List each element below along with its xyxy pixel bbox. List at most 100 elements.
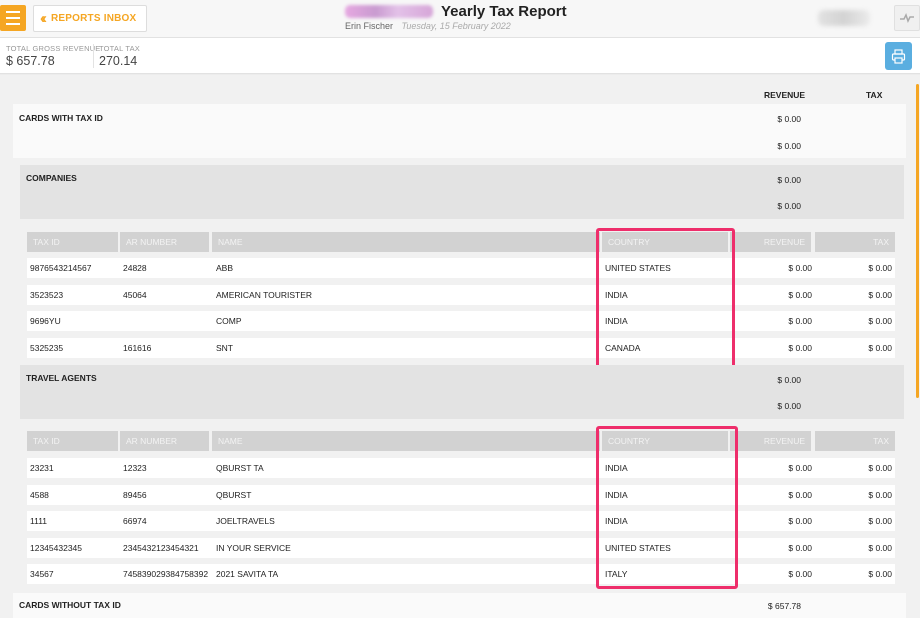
cards-with-tax-id-section: CARDS WITH TAX ID $ 0.00 $ 0.00 — [13, 104, 906, 158]
section-tax: $ 0.00 — [777, 141, 801, 151]
table-row[interactable]: 12345432345 2345432123454321 IN YOUR SER… — [27, 538, 895, 558]
cell-ar-number: 161616 — [123, 343, 152, 353]
cell-revenue: $ 0.00 — [788, 516, 812, 526]
page-title: Yearly Tax Report — [441, 3, 567, 20]
printer-icon — [891, 48, 906, 64]
cell-ar-number: 24828 — [123, 263, 147, 273]
cell-tax: $ 0.00 — [868, 316, 892, 326]
total-gross-revenue-label: TOTAL GROSS REVENUE — [6, 44, 101, 53]
table-row[interactable]: 23231 12323 QBURST TA INDIA $ 0.00 $ 0.0… — [27, 458, 895, 478]
reports-inbox-button[interactable]: ‹‹ REPORTS INBOX — [33, 5, 147, 32]
cell-ar-number: 66974 — [123, 516, 147, 526]
table-row[interactable]: 3523523 45064 AMERICAN TOURISTER INDIA $… — [27, 285, 895, 305]
cell-tax-id: 23231 — [30, 463, 54, 473]
cell-tax: $ 0.00 — [868, 490, 892, 500]
country-highlight-box — [596, 228, 735, 368]
total-gross-revenue: TOTAL GROSS REVENUE $ 657.78 — [6, 44, 101, 68]
col-tax-id: TAX ID — [27, 232, 118, 252]
col-tax: TAX — [815, 232, 895, 252]
col-ar-number: AR NUMBER — [120, 431, 209, 451]
cell-tax: $ 0.00 — [868, 290, 892, 300]
table-row[interactable]: 5325235 161616 SNT CANADA $ 0.00 $ 0.00 — [27, 338, 895, 358]
col-ar-number: AR NUMBER — [120, 232, 209, 252]
col-name: NAME — [212, 232, 600, 252]
blurred-logo — [818, 10, 870, 26]
section-revenue: $ 0.00 — [777, 114, 801, 124]
country-highlight-box — [596, 426, 738, 589]
cell-revenue: $ 0.00 — [788, 463, 812, 473]
cell-revenue: $ 0.00 — [788, 343, 812, 353]
cell-tax: $ 0.00 — [868, 343, 892, 353]
cell-ar-number: 12323 — [123, 463, 147, 473]
reports-inbox-label: REPORTS INBOX — [51, 13, 137, 24]
scrollbar[interactable] — [916, 84, 919, 398]
cell-tax-id: 4588 — [30, 490, 49, 500]
cell-revenue: $ 0.00 — [788, 316, 812, 326]
top-bar: ‹‹ REPORTS INBOX Yearly Tax Report Erin … — [0, 0, 920, 38]
cell-name: 2021 SAVITA TA — [216, 569, 279, 579]
col-revenue: REVENUE — [730, 431, 811, 451]
section-title: CARDS WITH TAX ID — [19, 113, 103, 123]
pulse-icon — [900, 13, 914, 23]
cell-tax-id: 1111 — [30, 516, 48, 526]
section-title: CARDS WITHOUT TAX ID — [19, 600, 121, 610]
cell-revenue: $ 0.00 — [788, 290, 812, 300]
table-row[interactable]: 4588 89456 QBURST INDIA $ 0.00 $ 0.00 — [27, 485, 895, 505]
cell-tax-id: 9696YU — [30, 316, 61, 326]
cell-name: AMERICAN TOURISTER — [216, 290, 313, 300]
cell-revenue: $ 0.00 — [788, 263, 812, 273]
cell-revenue: $ 0.00 — [788, 569, 812, 579]
col-revenue: REVENUE — [730, 232, 811, 252]
cell-name: JOELTRAVELS — [216, 516, 275, 526]
section-tax: $ 0.00 — [777, 201, 801, 211]
table-row[interactable]: 9876543214567 24828 ABB UNITED STATES $ … — [27, 258, 895, 278]
cell-tax-id: 3523523 — [30, 290, 64, 300]
section-revenue: $ 0.00 — [777, 375, 801, 385]
col-tax: TAX — [815, 431, 895, 451]
cell-name: QBURST TA — [216, 463, 264, 473]
revenue-column-header: REVENUE — [764, 90, 806, 100]
hamburger-icon — [6, 11, 20, 13]
cell-tax-id: 5325235 — [30, 343, 64, 353]
cell-tax: $ 0.00 — [868, 543, 892, 553]
cell-name: ABB — [216, 263, 234, 273]
report-content[interactable]: REVENUE TAX CARDS WITH TAX ID $ 0.00 $ 0… — [0, 75, 920, 618]
section-title: COMPANIES — [26, 173, 77, 183]
activity-button[interactable] — [894, 5, 920, 31]
section-revenue: $ 0.00 — [777, 175, 801, 185]
cell-tax-id: 12345432345 — [30, 543, 83, 553]
double-chevron-left-icon: ‹‹ — [40, 10, 47, 27]
table-row[interactable]: 9696YU COMP INDIA $ 0.00 $ 0.00 — [27, 311, 895, 331]
table-row[interactable]: 1111 66974 JOELTRAVELS INDIA $ 0.00 $ 0.… — [27, 511, 895, 531]
travel-agents-section: TRAVEL AGENTS $ 0.00 $ 0.00 — [20, 365, 904, 419]
cell-tax-id: 34567 — [30, 569, 54, 579]
user-name: Erin Fischer — [345, 21, 394, 31]
cell-tax: $ 0.00 — [868, 516, 892, 526]
cell-name: COMP — [216, 316, 242, 326]
report-date: Tuesday, 15 February 2022 — [401, 21, 511, 31]
col-name: NAME — [212, 431, 600, 451]
cell-tax: $ 0.00 — [868, 263, 892, 273]
companies-section: COMPANIES $ 0.00 $ 0.00 — [20, 165, 904, 219]
cell-name: IN YOUR SERVICE — [216, 543, 291, 553]
cell-name: SNT — [216, 343, 233, 353]
totals-bar: TOTAL GROSS REVENUE $ 657.78 TOTAL TAX 2… — [0, 38, 920, 74]
cell-tax-id: 9876543214567 — [30, 263, 92, 273]
cell-ar-number: 45064 — [123, 290, 147, 300]
cell-tax: $ 0.00 — [868, 463, 892, 473]
menu-button[interactable] — [0, 5, 26, 31]
cell-tax: $ 0.00 — [868, 569, 892, 579]
cell-name: QBURST — [216, 490, 252, 500]
cell-revenue: $ 0.00 — [788, 490, 812, 500]
tax-column-header: TAX — [866, 90, 883, 100]
table-row[interactable]: 34567 745839029384758392 2021 SAVITA TA … — [27, 564, 895, 584]
total-tax: TOTAL TAX 270.14 — [99, 44, 140, 68]
divider — [93, 44, 94, 68]
report-header: Yearly Tax Report Erin Fischer Tuesday, … — [345, 3, 567, 31]
cell-ar-number: 2345432123454321 — [123, 543, 199, 553]
section-revenue: $ 657.78 — [767, 601, 801, 611]
blurred-hotel-name — [345, 5, 433, 18]
print-button[interactable] — [885, 42, 912, 70]
cell-ar-number: 89456 — [123, 490, 147, 500]
section-tax: $ 0.00 — [777, 401, 801, 411]
